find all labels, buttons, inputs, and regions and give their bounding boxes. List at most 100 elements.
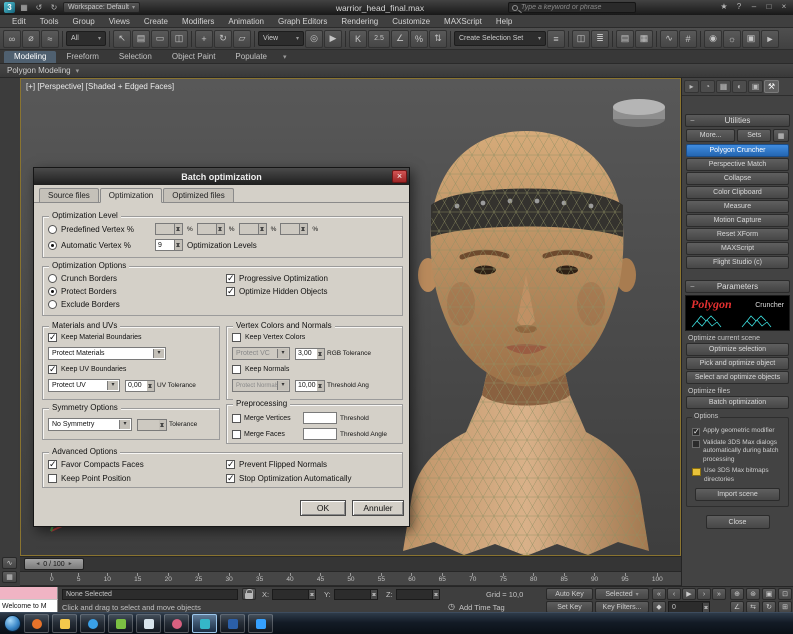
tab-freeform[interactable]: Freeform [56,51,108,63]
stop-optimization-checkbox[interactable] [226,474,235,483]
utilities-rollout-header[interactable]: − Utilities [685,114,790,127]
tab-populate[interactable]: Populate [225,51,277,63]
rectangular-selection-region-icon[interactable]: ▭ [151,30,169,48]
auto-key-button[interactable]: Auto Key [546,588,593,600]
minimize-icon[interactable]: – [748,3,760,11]
current-frame-input[interactable] [672,604,702,611]
previous-frame-icon[interactable]: ‹ [667,588,681,600]
3dsmax-taskbar-icon[interactable] [192,614,217,633]
named-selection-set-dropdown[interactable]: Create Selection Set [454,31,546,46]
batch-optimization-button[interactable]: Batch optimization [686,396,789,409]
utility-flight-studio[interactable]: Flight Studio (c) [686,256,789,269]
y-coordinate-input[interactable] [338,591,370,598]
protect-vc-dropdown[interactable]: Protect VC [232,347,290,360]
use-bitmaps-row[interactable]: Use 3DS Max bitmaps directories [692,467,783,484]
z-coordinate-field[interactable] [396,589,440,600]
utility-collapse[interactable]: Collapse [686,172,789,185]
apply-modifier-checkbox[interactable] [692,428,700,436]
spinner[interactable] [175,223,183,235]
spinner[interactable] [175,239,183,251]
protect-uv-dropdown[interactable]: Protect UV [48,379,120,392]
menu-edit[interactable]: Edit [5,17,33,26]
create-tab-icon[interactable]: ▸ [684,80,699,93]
keep-vertex-colors-checkbox[interactable] [232,333,241,342]
select-and-rotate-icon[interactable]: ↻ [214,30,232,48]
time-slider-track[interactable]: ◄ 0 / 100 ► [20,556,681,572]
mini-curve-editor-icon[interactable]: ∿ [2,557,17,569]
utilities-config-icon[interactable]: ▦ [773,129,789,142]
render-setup-icon[interactable]: ☼ [723,30,741,48]
next-frame-icon[interactable]: › [697,588,711,600]
select-and-move-icon[interactable]: + [195,30,213,48]
graphite-ribbon-toggle-icon[interactable]: ▦ [635,30,653,48]
menu-group[interactable]: Group [65,17,101,26]
display-tab-icon[interactable]: ▣ [748,80,763,93]
merge-faces-input[interactable] [303,428,337,440]
close-utility-button[interactable]: Close [706,515,770,529]
utility-polygon-cruncher[interactable]: Polygon Cruncher [686,144,789,157]
angle-snap-icon[interactable]: ∠ [391,30,409,48]
utilities-tab-icon[interactable]: ⚒ [764,80,779,93]
go-to-start-icon[interactable]: « [652,588,666,600]
z-coordinate-input[interactable] [400,591,432,598]
optimize-selection-button[interactable]: Optimize selection [686,343,789,356]
menu-views[interactable]: Views [102,17,137,26]
tab-object-paint[interactable]: Object Paint [162,51,226,63]
utility-motion-capture[interactable]: Motion Capture [686,214,789,227]
utility-reset-xform[interactable]: Reset XForm [686,228,789,241]
polygon-modeling-bar[interactable]: Polygon Modeling ▾ [0,64,793,78]
optimize-hidden-checkbox[interactable] [226,287,235,296]
track-bar[interactable]: 0 5 10 15 20 25 30 35 40 45 50 55 60 65 … [20,572,681,586]
parameters-rollout-header[interactable]: − Parameters [685,280,790,293]
selection-filter-dropdown[interactable]: All [66,31,106,46]
zoom-icon[interactable]: ⊕ [730,588,744,600]
select-and-optimize-button[interactable]: Select and optimize objects [686,371,789,384]
explorer-icon[interactable] [52,614,77,633]
mini-dope-sheet-icon[interactable]: ▦ [2,571,17,583]
merge-vertices-input[interactable] [303,412,337,424]
firefox-icon[interactable] [24,614,49,633]
render-production-icon[interactable]: ► [761,30,779,48]
utility-measure[interactable]: Measure [686,200,789,213]
protect-borders-radio[interactable] [48,287,57,296]
use-pivot-point-icon[interactable]: ◎ [305,30,323,48]
time-slider-next-icon[interactable]: ► [68,561,73,567]
save-icon[interactable]: ▦ [18,4,30,12]
reference-coordinate-dropdown[interactable]: View [258,31,304,46]
protect-normals-dropdown[interactable]: Protect Normals [232,379,290,392]
validate-dialogs-row[interactable]: Validate 3DS Max dialogs automatically d… [692,439,783,464]
favor-compact-faces-checkbox[interactable] [48,460,57,469]
select-and-link-icon[interactable]: ∞ [3,30,21,48]
zoom-extents-icon[interactable]: ▣ [762,588,776,600]
ribbon-options-icon[interactable]: ▾ [277,53,293,63]
keyboard-shortcut-override-icon[interactable]: K [349,30,367,48]
y-spinner[interactable] [370,590,377,599]
bind-to-space-warp-icon[interactable]: ≈ [41,30,59,48]
symmetry-tolerance-input[interactable] [137,419,161,431]
selection-lock-icon[interactable] [242,588,256,600]
protect-materials-dropdown[interactable]: Protect Materials [48,347,166,360]
x-coordinate-input[interactable] [276,591,308,598]
layer-manager-icon[interactable]: ▤ [616,30,634,48]
dialog-close-icon[interactable]: × [392,170,407,183]
tab-source-files[interactable]: Source files [39,188,99,202]
uv-tolerance-input[interactable] [125,380,149,392]
mirror-icon[interactable]: ◫ [572,30,590,48]
snaps-toggle-icon[interactable]: 2.5 [368,30,390,48]
window-crossing-icon[interactable]: ◫ [170,30,188,48]
utility-maxscript[interactable]: MAXScript [686,242,789,255]
spinner[interactable] [259,223,267,235]
ok-button[interactable]: OK [300,500,346,516]
spinner[interactable] [159,419,167,431]
z-spinner[interactable] [432,590,439,599]
y-coordinate-field[interactable] [334,589,378,600]
notepad-icon[interactable] [136,614,161,633]
select-and-scale-icon[interactable]: ▱ [233,30,251,48]
time-slider-prev-icon[interactable]: ◄ [35,561,40,567]
search-input[interactable] [521,4,632,11]
go-to-end-icon[interactable]: » [712,588,726,600]
x-spinner[interactable] [308,590,315,599]
progressive-optimization-checkbox[interactable] [226,274,235,283]
hierarchy-tab-icon[interactable]: ▦ [716,80,731,93]
tab-optimization[interactable]: Optimization [100,188,162,203]
